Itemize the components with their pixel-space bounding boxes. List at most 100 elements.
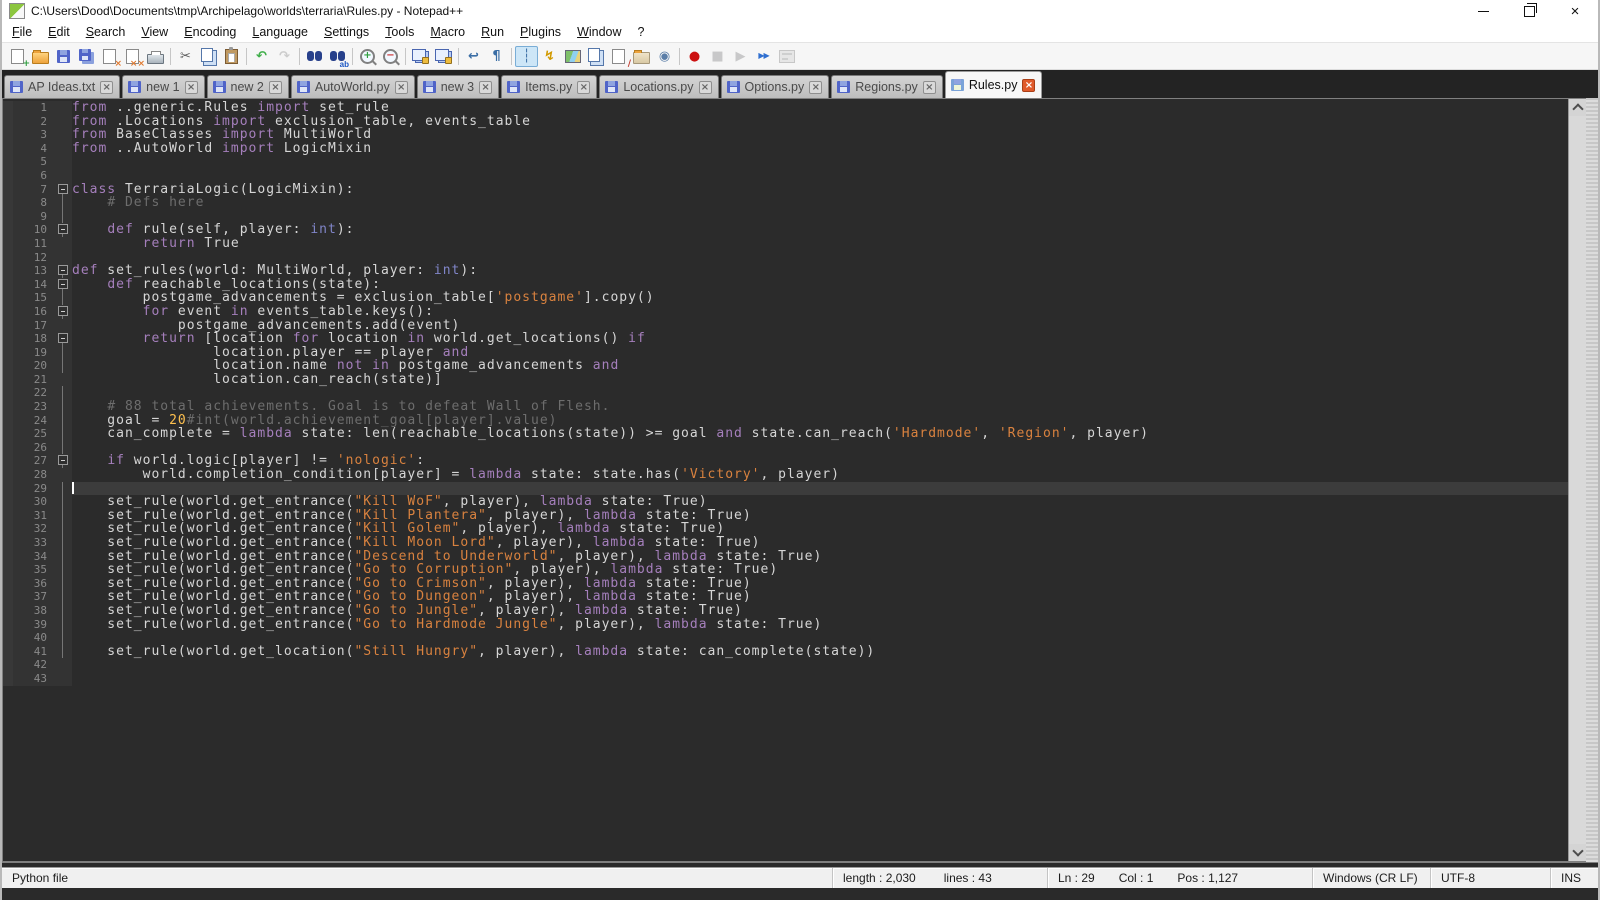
open-file-icon[interactable]	[29, 46, 52, 67]
close-tab-icon[interactable]: ×	[100, 81, 113, 94]
code-text[interactable]	[72, 482, 1568, 496]
close-all-icon[interactable]: ××	[121, 46, 144, 67]
sync-vertical-icon[interactable]	[409, 46, 432, 67]
zoom-out-icon[interactable]: −	[379, 46, 402, 67]
menu-item-view[interactable]: View	[133, 22, 176, 42]
code-text[interactable]: set_rule(world.get_entrance("Go to Jungl…	[72, 604, 1568, 618]
tab-ap-ideas-txt[interactable]: AP Ideas.txt×	[4, 75, 120, 98]
save-all-icon[interactable]	[75, 46, 98, 67]
scroll-down-icon[interactable]	[1569, 844, 1586, 861]
code-text[interactable]: def reachable_locations(state):	[72, 278, 1568, 292]
code-text[interactable]: set_rule(world.get_entrance("Go to Dunge…	[72, 590, 1568, 604]
close-tab-icon[interactable]: ×	[395, 81, 408, 94]
print-icon[interactable]	[144, 46, 167, 67]
menu-item-[interactable]: ?	[630, 22, 653, 42]
zoom-in-icon[interactable]: +	[356, 46, 379, 67]
macro-run-multiple-icon[interactable]: ▶▶	[752, 46, 775, 67]
menu-item-file[interactable]: File	[4, 22, 40, 42]
code-text[interactable]	[72, 386, 1568, 400]
close-tab-icon[interactable]: ×	[185, 81, 198, 94]
tab-new-2[interactable]: new 2×	[207, 75, 289, 98]
document-map-icon[interactable]	[561, 46, 584, 67]
tab-new-1[interactable]: new 1×	[122, 75, 204, 98]
tab-autoworld-py[interactable]: AutoWorld.py×	[291, 75, 415, 98]
code-text[interactable]: def set_rules(world: MultiWorld, player:…	[72, 264, 1568, 278]
document-list-icon[interactable]	[584, 46, 607, 67]
fold-marker-icon[interactable]	[53, 183, 72, 197]
code-text[interactable]	[72, 210, 1568, 224]
code-text[interactable]: world.completion_condition[player] = lam…	[72, 468, 1568, 482]
close-tab-icon[interactable]: ×	[809, 81, 822, 94]
code-text[interactable]	[72, 672, 1568, 686]
code-text[interactable]: set_rule(world.get_entrance("Kill WoF", …	[72, 495, 1568, 509]
macro-save-icon[interactable]	[775, 46, 798, 67]
code-text[interactable]: # 88 total achievements. Goal is to defe…	[72, 400, 1568, 414]
close-tab-icon[interactable]: ×	[269, 81, 282, 94]
code-text[interactable]: def rule(self, player: int):	[72, 223, 1568, 237]
fold-marker-icon[interactable]	[53, 264, 72, 278]
menu-item-macro[interactable]: Macro	[422, 22, 473, 42]
code-text[interactable]: from ..generic.Rules import set_rule	[72, 101, 1568, 115]
fold-marker-icon[interactable]	[53, 278, 72, 292]
close-tab-icon[interactable]: ×	[699, 81, 712, 94]
code-text[interactable]: goal = 20#int(world.achievement_goal[pla…	[72, 414, 1568, 428]
code-text[interactable]	[72, 169, 1568, 183]
tab-rules-py[interactable]: Rules.py×	[945, 71, 1043, 98]
code-text[interactable]: from ..AutoWorld import LogicMixin	[72, 142, 1568, 156]
code-text[interactable]: if world.logic[player] != 'nologic':	[72, 454, 1568, 468]
tab-regions-py[interactable]: Regions.py×	[831, 75, 943, 98]
code-text[interactable]: from .Locations import exclusion_table, …	[72, 115, 1568, 129]
show-all-characters-icon[interactable]: ¶	[485, 46, 508, 67]
tab-new-3[interactable]: new 3×	[417, 75, 499, 98]
save-icon[interactable]	[52, 46, 75, 67]
menu-item-encoding[interactable]: Encoding	[176, 22, 244, 42]
code-text[interactable]: set_rule(world.get_entrance("Go to Hardm…	[72, 618, 1568, 632]
cut-icon[interactable]: ✂	[174, 46, 197, 67]
macro-stop-icon[interactable]: ■	[706, 46, 729, 67]
close-tab-icon[interactable]: ×	[923, 81, 936, 94]
eye-icon[interactable]: ◉	[653, 46, 676, 67]
code-text[interactable]	[72, 441, 1568, 455]
code-text[interactable]: postgame_advancements = exclusion_table[…	[72, 291, 1568, 305]
vertical-scrollbar[interactable]	[1568, 99, 1586, 861]
code-text[interactable]: location.can_reach(state)]	[72, 373, 1568, 387]
code-text[interactable]: return True	[72, 237, 1568, 251]
word-wrap-icon[interactable]: ↩	[462, 46, 485, 67]
code-text[interactable]: from BaseClasses import MultiWorld	[72, 128, 1568, 142]
menu-item-tools[interactable]: Tools	[377, 22, 422, 42]
menu-item-settings[interactable]: Settings	[316, 22, 377, 42]
paste-icon[interactable]	[220, 46, 243, 67]
new-file-icon[interactable]: +	[6, 46, 29, 67]
code-text[interactable]: set_rule(world.get_location("Still Hungr…	[72, 645, 1568, 659]
code-text[interactable]: set_rule(world.get_entrance("Kill Plante…	[72, 509, 1568, 523]
fold-marker-icon[interactable]	[53, 454, 72, 468]
code-text[interactable]: return [location for location in world.g…	[72, 332, 1568, 346]
code-text[interactable]: location.player == player and	[72, 346, 1568, 360]
menu-item-search[interactable]: Search	[78, 22, 134, 42]
code-text[interactable]: set_rule(world.get_entrance("Descend to …	[72, 550, 1568, 564]
find-icon[interactable]	[303, 46, 326, 67]
tab-options-py[interactable]: Options.py×	[721, 75, 830, 98]
menu-item-window[interactable]: Window	[569, 22, 629, 42]
close-tab-icon[interactable]: ×	[479, 81, 492, 94]
close-window-button[interactable]: ×	[1552, 0, 1598, 22]
sync-horizontal-icon[interactable]	[432, 46, 455, 67]
code-editor[interactable]: 1from ..generic.Rules import set_rule2fr…	[3, 99, 1568, 861]
code-text[interactable]: set_rule(world.get_entrance("Go to Crims…	[72, 577, 1568, 591]
menu-item-run[interactable]: Run	[473, 22, 512, 42]
code-text[interactable]: for event in events_table.keys():	[72, 305, 1568, 319]
menu-item-language[interactable]: Language	[244, 22, 316, 42]
close-tab-icon[interactable]: ×	[1022, 79, 1035, 92]
fold-marker-icon[interactable]	[53, 223, 72, 237]
code-text[interactable]: class TerrariaLogic(LogicMixin):	[72, 183, 1568, 197]
menu-item-plugins[interactable]: Plugins	[512, 22, 569, 42]
tab-items-py[interactable]: Items.py×	[501, 75, 597, 98]
function-list-icon[interactable]: ↯	[538, 46, 561, 67]
close-file-icon[interactable]: ×	[98, 46, 121, 67]
code-text[interactable]: set_rule(world.get_entrance("Go to Corru…	[72, 563, 1568, 577]
folder-as-workspace-icon[interactable]	[630, 46, 653, 67]
undo-icon[interactable]: ↶	[250, 46, 273, 67]
macro-record-icon[interactable]: ●	[683, 46, 706, 67]
replace-icon[interactable]: ab	[326, 46, 349, 67]
code-text[interactable]: location.name not in postgame_advancemen…	[72, 359, 1568, 373]
